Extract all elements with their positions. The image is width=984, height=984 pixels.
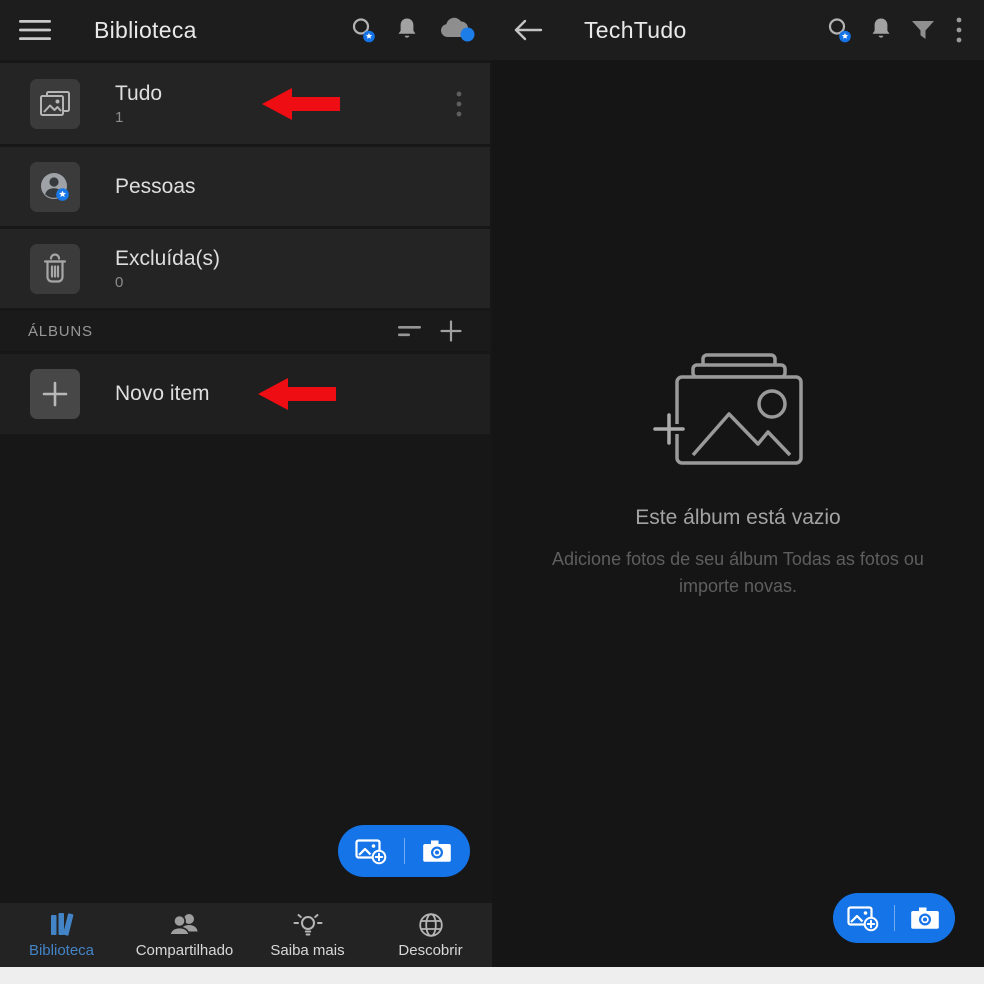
hamburger-menu-icon[interactable]: [18, 13, 52, 47]
library-panel: Biblioteca Tudo 1 Pessoas Excluída(s) 0 …: [0, 0, 492, 967]
empty-album-title: Este álbum está vazio: [635, 506, 841, 529]
discover-globe-icon: [418, 912, 443, 937]
notifications-bell-icon[interactable]: [864, 13, 898, 47]
library-title: Biblioteca: [94, 16, 197, 43]
empty-album-subtitle: Adicione fotos de seu álbum Todas as fot…: [552, 549, 924, 596]
back-arrow-icon[interactable]: [510, 13, 544, 47]
learn-lightbulb-icon: [293, 913, 322, 935]
camera-icon[interactable]: [895, 893, 956, 943]
empty-album-illustration: [653, 352, 823, 474]
trash-icon: [30, 243, 80, 294]
nav-label-library: Biblioteca: [28, 941, 95, 959]
red-annotation-arrow: [258, 377, 336, 411]
list-item-new-album[interactable]: Novo item: [0, 354, 490, 434]
all-photos-count: 1: [115, 108, 124, 126]
new-album-label: Novo item: [115, 382, 210, 405]
home-gesture-strip: [0, 967, 984, 984]
list-item-people[interactable]: Pessoas: [0, 147, 490, 226]
camera-icon[interactable]: [405, 825, 471, 877]
albums-label: ÁLBUNS: [28, 322, 93, 340]
nav-label-shared: Compartilhado: [135, 941, 234, 959]
item-overflow-kebab-icon[interactable]: [456, 91, 462, 117]
deleted-count: 0: [115, 273, 124, 291]
nav-label-discover: Descobrir: [398, 941, 463, 959]
search-premium-icon[interactable]: [822, 13, 856, 47]
nav-tab-library[interactable]: Biblioteca: [0, 903, 123, 967]
add-photo-icon[interactable]: [338, 825, 404, 877]
add-photos-fab[interactable]: [833, 893, 955, 943]
lightroom-two-screens: Biblioteca Tudo 1 Pessoas Excluída(s) 0 …: [0, 0, 984, 984]
all-photos-icon: [30, 78, 80, 129]
all-photos-label: Tudo: [115, 81, 163, 105]
sort-albums-icon[interactable]: [394, 316, 424, 346]
album-panel: TechTudo Este álbum está vazio Adicione …: [492, 0, 984, 967]
add-photo-icon[interactable]: [833, 893, 894, 943]
list-item-deleted[interactable]: Excluída(s) 0: [0, 229, 490, 308]
notifications-bell-icon[interactable]: [390, 13, 424, 47]
library-list: Tudo 1 Pessoas Excluída(s) 0 ÁLBUNS Novo…: [0, 60, 492, 434]
bottom-navigation: Biblioteca Compartilhado Saiba mais Desc…: [0, 903, 492, 967]
deleted-label: Excluída(s): [115, 246, 221, 270]
add-photos-fab[interactable]: [338, 825, 470, 877]
main-area: Biblioteca Tudo 1 Pessoas Excluída(s) 0 …: [0, 0, 984, 967]
overflow-kebab-icon[interactable]: [948, 13, 970, 47]
library-header: Biblioteca: [0, 0, 492, 60]
albums-section-header: ÁLBUNS: [0, 311, 490, 351]
add-album-icon[interactable]: [436, 316, 466, 346]
album-header: TechTudo: [492, 0, 984, 60]
album-title: TechTudo: [584, 16, 687, 43]
empty-album-state: Este álbum está vazio Adicione fotos de …: [492, 352, 984, 600]
search-premium-icon[interactable]: [346, 13, 380, 47]
new-item-plus-icon: [30, 369, 80, 419]
cloud-sync-icon[interactable]: [434, 13, 478, 47]
red-annotation-arrow: [262, 87, 340, 121]
nav-tab-learn[interactable]: Saiba mais: [246, 903, 369, 967]
nav-tab-discover[interactable]: Descobrir: [369, 903, 492, 967]
people-label: Pessoas: [115, 174, 196, 198]
people-premium-icon: [30, 161, 80, 212]
shared-people-icon: [168, 913, 198, 936]
nav-tab-shared[interactable]: Compartilhado: [123, 903, 246, 967]
library-books-icon: [50, 912, 73, 936]
nav-label-learn: Saiba mais: [270, 941, 345, 959]
filter-funnel-icon[interactable]: [906, 13, 940, 47]
list-item-all-photos[interactable]: Tudo 1: [0, 63, 490, 144]
